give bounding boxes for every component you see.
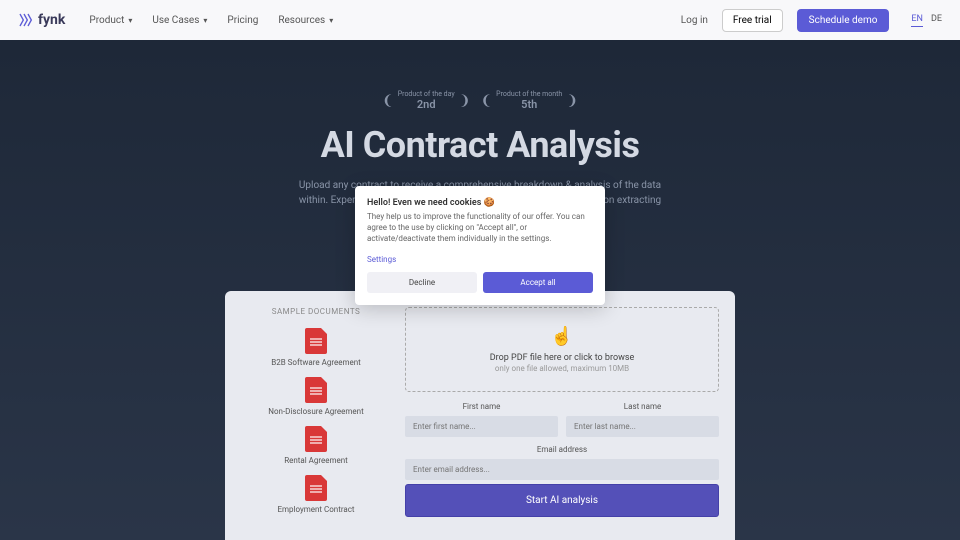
top-nav: fynk Product▾ Use Cases▾ Pricing Resourc… bbox=[0, 0, 960, 40]
free-trial-button[interactable]: Free trial bbox=[722, 9, 783, 32]
chevron-down-icon: ▾ bbox=[203, 16, 207, 25]
pdf-icon bbox=[305, 328, 327, 354]
cookie-text: They help us to improve the functionalit… bbox=[367, 211, 593, 245]
drop-subtitle: only one file allowed, maximum 10MB bbox=[416, 364, 708, 373]
cookie-settings-link[interactable]: Settings bbox=[367, 255, 593, 264]
award-badges: ❨ Product of the day2nd ❩ ❨ Product of t… bbox=[0, 90, 960, 112]
nav-product[interactable]: Product▾ bbox=[89, 15, 132, 26]
login-link[interactable]: Log in bbox=[681, 15, 708, 26]
drop-title: Drop PDF file here or click to browse bbox=[416, 353, 708, 363]
first-name-label: First name bbox=[405, 402, 558, 411]
cookie-banner: Hello! Even we need cookies 🍪 They help … bbox=[355, 186, 605, 305]
file-dropzone[interactable]: ☝ Drop PDF file here or click to browse … bbox=[405, 307, 719, 392]
cookie-accept-button[interactable]: Accept all bbox=[483, 272, 593, 293]
sample-employment[interactable]: Employment Contract bbox=[241, 475, 391, 514]
laurel-right-icon: ❩ bbox=[566, 93, 578, 109]
cookie-title: Hello! Even we need cookies 🍪 bbox=[367, 198, 593, 208]
sample-documents: SAMPLE DOCUMENTS B2B Software Agreement … bbox=[241, 307, 391, 524]
laurel-left-icon: ❨ bbox=[382, 93, 394, 109]
sample-b2b[interactable]: B2B Software Agreement bbox=[241, 328, 391, 367]
nav-pricing[interactable]: Pricing bbox=[227, 15, 258, 26]
lang-en[interactable]: EN bbox=[911, 14, 923, 27]
last-name-input[interactable] bbox=[566, 416, 719, 437]
start-analysis-button[interactable]: Start AI analysis bbox=[405, 484, 719, 517]
page-title: AI Contract Analysis bbox=[0, 124, 960, 166]
nav-links: Product▾ Use Cases▾ Pricing Resources▾ bbox=[89, 15, 333, 26]
samples-heading: SAMPLE DOCUMENTS bbox=[241, 307, 391, 316]
email-input[interactable] bbox=[405, 459, 719, 480]
first-name-input[interactable] bbox=[405, 416, 558, 437]
brand-text: fynk bbox=[38, 12, 65, 28]
logo-icon bbox=[18, 12, 34, 28]
upload-form: ☝ Drop PDF file here or click to browse … bbox=[405, 307, 719, 524]
badge-month: ❨ Product of the month5th ❩ bbox=[480, 90, 578, 112]
pdf-icon bbox=[305, 475, 327, 501]
sample-rental[interactable]: Rental Agreement bbox=[241, 426, 391, 465]
schedule-demo-button[interactable]: Schedule demo bbox=[797, 9, 890, 32]
pdf-icon bbox=[305, 377, 327, 403]
chevron-down-icon: ▾ bbox=[128, 16, 132, 25]
pdf-icon bbox=[305, 426, 327, 452]
chevron-down-icon: ▾ bbox=[329, 16, 333, 25]
nav-right: Log in Free trial Schedule demo EN DE bbox=[681, 9, 942, 32]
pointer-icon: ☝ bbox=[416, 326, 708, 347]
sample-nda[interactable]: Non-Disclosure Agreement bbox=[241, 377, 391, 416]
logo[interactable]: fynk bbox=[18, 12, 65, 28]
cookie-decline-button[interactable]: Decline bbox=[367, 272, 477, 293]
analysis-panel: SAMPLE DOCUMENTS B2B Software Agreement … bbox=[225, 291, 735, 540]
laurel-right-icon: ❩ bbox=[459, 93, 471, 109]
badge-day: ❨ Product of the day2nd ❩ bbox=[382, 90, 470, 112]
nav-usecases[interactable]: Use Cases▾ bbox=[152, 15, 207, 26]
email-label: Email address bbox=[405, 445, 719, 454]
language-switcher: EN DE bbox=[911, 14, 942, 27]
nav-resources[interactable]: Resources▾ bbox=[278, 15, 333, 26]
lang-de[interactable]: DE bbox=[931, 14, 942, 27]
laurel-left-icon: ❨ bbox=[480, 93, 492, 109]
last-name-label: Last name bbox=[566, 402, 719, 411]
